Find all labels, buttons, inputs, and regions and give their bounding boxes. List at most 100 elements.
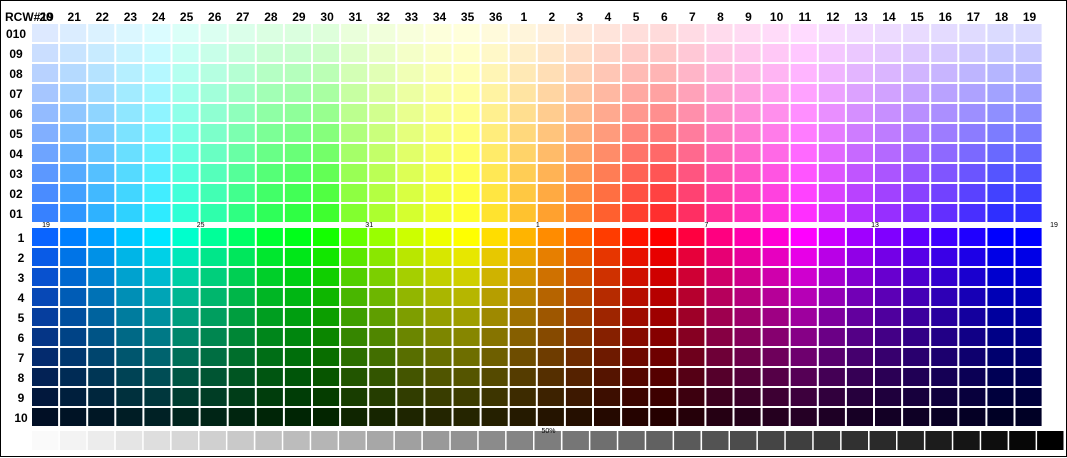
shade-swatch bbox=[32, 288, 59, 306]
tint-swatch bbox=[903, 24, 930, 42]
tint-swatch bbox=[594, 104, 621, 122]
gray-swatch bbox=[702, 431, 729, 450]
tint-swatch bbox=[172, 124, 199, 142]
tint-swatch bbox=[481, 124, 508, 142]
tint-swatch bbox=[931, 24, 958, 42]
shade-swatch bbox=[875, 228, 902, 246]
shade-swatch bbox=[284, 308, 311, 326]
shade-swatch bbox=[425, 288, 452, 306]
shade-swatch bbox=[931, 308, 958, 326]
tint-swatch bbox=[144, 84, 171, 102]
tint-row-label: 06 bbox=[9, 107, 23, 121]
tint-swatch bbox=[1015, 24, 1042, 42]
shade-swatch bbox=[256, 388, 283, 406]
shade-swatch bbox=[594, 268, 621, 286]
shade-swatch bbox=[369, 328, 396, 346]
tint-swatch bbox=[931, 204, 958, 222]
shade-swatch bbox=[88, 368, 115, 386]
tint-swatch bbox=[537, 84, 564, 102]
shade-swatch bbox=[959, 328, 986, 346]
shade-swatch bbox=[228, 268, 255, 286]
shade-swatch bbox=[650, 348, 677, 366]
tint-swatch bbox=[650, 64, 677, 82]
shade-swatch bbox=[481, 248, 508, 266]
shade-swatch bbox=[256, 408, 283, 426]
tint-swatch bbox=[228, 164, 255, 182]
shade-swatch bbox=[706, 248, 733, 266]
shade-swatch bbox=[1015, 348, 1042, 366]
tint-swatch bbox=[144, 144, 171, 162]
tint-swatch bbox=[88, 44, 115, 62]
shade-swatch bbox=[172, 368, 199, 386]
shade-swatch bbox=[734, 268, 761, 286]
tint-swatch bbox=[537, 124, 564, 142]
shade-swatch bbox=[846, 388, 873, 406]
tint-swatch bbox=[397, 204, 424, 222]
shade-row-label: 8 bbox=[18, 371, 25, 385]
shade-swatch bbox=[60, 368, 87, 386]
shade-swatch bbox=[256, 328, 283, 346]
shade-swatch bbox=[762, 248, 789, 266]
tint-swatch bbox=[903, 204, 930, 222]
shade-swatch bbox=[341, 328, 368, 346]
shade-swatch bbox=[846, 248, 873, 266]
tint-swatch bbox=[256, 144, 283, 162]
hue-marker-label: 19 bbox=[1050, 222, 1058, 229]
tint-swatch bbox=[846, 124, 873, 142]
shade-swatch bbox=[622, 328, 649, 346]
tint-swatch bbox=[818, 64, 845, 82]
shade-swatch bbox=[341, 228, 368, 246]
tint-swatch bbox=[284, 44, 311, 62]
shade-swatch bbox=[481, 288, 508, 306]
shade-swatch bbox=[60, 308, 87, 326]
shade-swatch bbox=[144, 248, 171, 266]
shade-swatch bbox=[256, 288, 283, 306]
shade-swatch bbox=[706, 408, 733, 426]
shade-swatch bbox=[369, 348, 396, 366]
shade-swatch bbox=[453, 248, 480, 266]
shade-swatch bbox=[594, 348, 621, 366]
shade-swatch bbox=[537, 288, 564, 306]
shade-swatch bbox=[931, 288, 958, 306]
tint-swatch bbox=[425, 64, 452, 82]
shade-swatch bbox=[481, 368, 508, 386]
shade-swatch bbox=[959, 268, 986, 286]
gray-swatch bbox=[953, 431, 980, 450]
hue-marker-label: 1 bbox=[536, 222, 540, 229]
tint-swatch bbox=[88, 164, 115, 182]
shade-swatch bbox=[537, 268, 564, 286]
tint-swatch bbox=[509, 104, 536, 122]
shade-swatch bbox=[425, 308, 452, 326]
tint-swatch bbox=[790, 64, 817, 82]
tint-swatch bbox=[818, 104, 845, 122]
shade-swatch bbox=[116, 288, 143, 306]
tint-swatch bbox=[481, 24, 508, 42]
tint-swatch bbox=[734, 204, 761, 222]
shade-swatch bbox=[565, 228, 592, 246]
tint-swatch bbox=[734, 24, 761, 42]
shade-swatch bbox=[678, 408, 705, 426]
tint-swatch bbox=[959, 184, 986, 202]
tint-swatch bbox=[790, 164, 817, 182]
tint-swatch bbox=[875, 84, 902, 102]
column-header: 33 bbox=[405, 10, 419, 24]
shade-swatch bbox=[32, 268, 59, 286]
tint-swatch bbox=[987, 64, 1014, 82]
shade-swatch bbox=[678, 308, 705, 326]
column-header: 28 bbox=[264, 10, 278, 24]
tint-swatch bbox=[144, 44, 171, 62]
shade-swatch bbox=[678, 248, 705, 266]
shade-swatch bbox=[875, 288, 902, 306]
tint-swatch bbox=[622, 204, 649, 222]
tint-swatch bbox=[172, 104, 199, 122]
tint-swatch bbox=[818, 204, 845, 222]
tint-swatch bbox=[32, 24, 59, 42]
shade-swatch bbox=[341, 368, 368, 386]
shade-swatch bbox=[116, 268, 143, 286]
shade-swatch bbox=[931, 228, 958, 246]
shade-swatch bbox=[453, 228, 480, 246]
shade-swatch bbox=[172, 288, 199, 306]
shade-swatch bbox=[116, 348, 143, 366]
tint-swatch bbox=[284, 204, 311, 222]
tint-swatch bbox=[32, 44, 59, 62]
